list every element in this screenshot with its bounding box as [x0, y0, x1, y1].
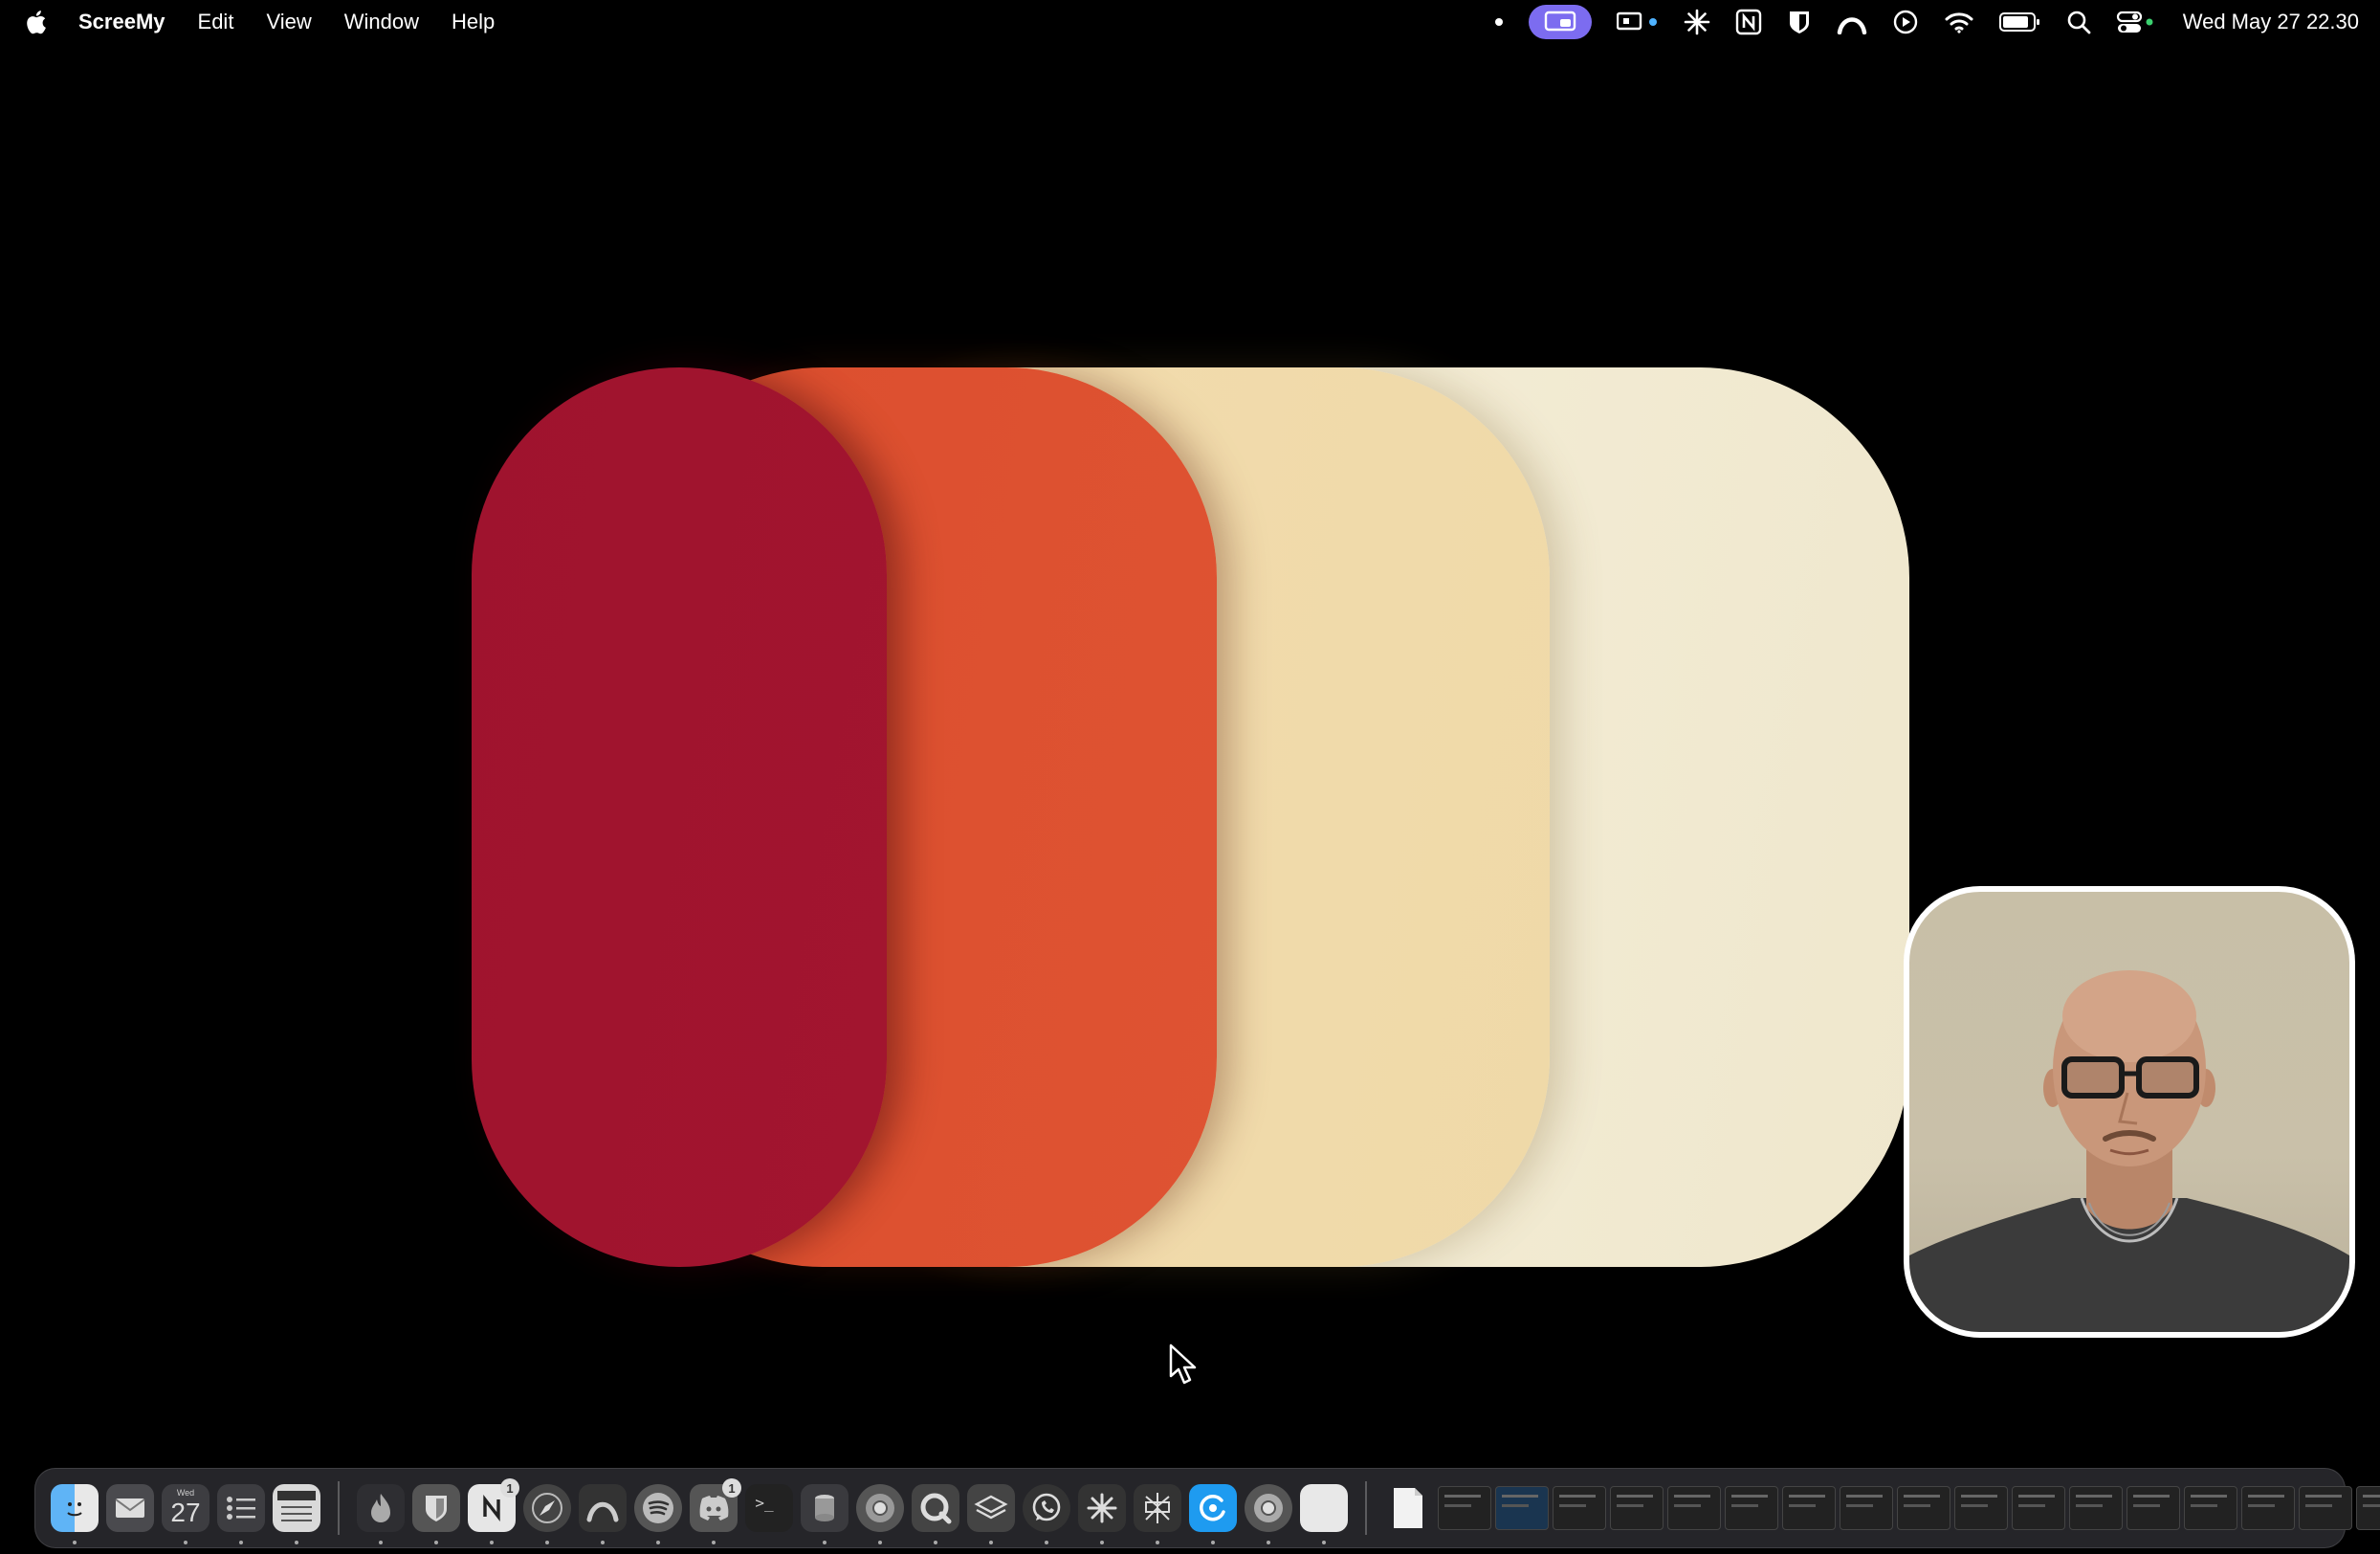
menu-edit[interactable]: Edit — [198, 10, 234, 34]
dock-perplexity-icon[interactable] — [1134, 1484, 1181, 1544]
dock-running-indicator — [601, 1541, 605, 1544]
dock: Wed 27 1 1 >_ — [34, 1468, 2380, 1548]
dock-calendar-icon[interactable]: Wed 27 — [162, 1484, 209, 1544]
battery-icon[interactable] — [1998, 0, 2041, 44]
minimized-window-thumbnail[interactable] — [1782, 1486, 1836, 1530]
minimized-window-thumbnail[interactable] — [1897, 1486, 1950, 1530]
minimized-window-thumbnail[interactable] — [2127, 1486, 2180, 1530]
dock-screen-recorder-icon[interactable] — [1189, 1484, 1237, 1544]
dock-chrome-alt-icon[interactable] — [1245, 1484, 1292, 1544]
webcam-person-image — [1909, 970, 2349, 1332]
arc-icon[interactable] — [1837, 0, 1867, 44]
menu-window[interactable]: Window — [344, 10, 419, 34]
terminal-prompt-label: >_ — [755, 1493, 774, 1512]
dock-running-indicator — [379, 1541, 383, 1544]
dock-running-indicator — [656, 1541, 660, 1544]
dock-running-indicator — [1322, 1541, 1326, 1544]
dock-discord-icon[interactable]: 1 — [690, 1478, 741, 1544]
minimized-window-thumbnail[interactable] — [1553, 1486, 1606, 1530]
dock-running-indicator — [545, 1541, 549, 1544]
play-icon[interactable] — [1892, 0, 1919, 44]
minimized-window-thumbnail[interactable] — [2012, 1486, 2065, 1530]
dock-running-indicator — [1267, 1541, 1270, 1544]
control-center-icon[interactable] — [2116, 0, 2154, 44]
minimized-window-thumbnail[interactable] — [2241, 1486, 2295, 1530]
minimized-window-thumbnail[interactable] — [1495, 1486, 1549, 1530]
mouse-cursor-icon — [1169, 1343, 1198, 1390]
dock-separator — [338, 1481, 340, 1535]
dot-icon[interactable] — [1494, 0, 1504, 44]
minimized-window-thumbnail[interactable] — [2069, 1486, 2123, 1530]
dock-running-indicator — [934, 1541, 937, 1544]
dock-running-indicator — [823, 1541, 826, 1544]
pill-shape-crimson — [472, 367, 887, 1267]
menu-view[interactable]: View — [266, 10, 311, 34]
dock-safari-icon[interactable] — [523, 1484, 571, 1544]
menu-app-name[interactable]: ScreeMy — [78, 10, 165, 34]
display-icon[interactable] — [1616, 0, 1659, 44]
dock-running-indicator — [434, 1541, 438, 1544]
minimized-window-thumbnail[interactable] — [1667, 1486, 1721, 1530]
dock-arc-icon[interactable] — [579, 1484, 627, 1544]
dock-running-indicator — [1100, 1541, 1104, 1544]
menu-bar-left: ScreeMy Edit View Window Help — [0, 0, 527, 44]
search-icon[interactable] — [2066, 0, 2091, 44]
minimized-window-thumbnail[interactable] — [2184, 1486, 2237, 1530]
dock-running-indicator — [1211, 1541, 1215, 1544]
wifi-icon[interactable] — [1944, 0, 1974, 44]
discord-badge: 1 — [722, 1478, 741, 1498]
dock-running-indicator — [239, 1541, 243, 1544]
dock-cylinder-app-icon[interactable] — [801, 1484, 848, 1544]
calendar-day-label: 27 — [170, 1498, 201, 1527]
dock-running-indicator — [989, 1541, 993, 1544]
sparkle-icon[interactable] — [1684, 0, 1710, 44]
dock-running-indicator — [490, 1541, 494, 1544]
dock-bitwarden-icon[interactable] — [412, 1484, 460, 1544]
dock-flame-app-icon[interactable] — [357, 1484, 405, 1544]
menu-bar-status: Wed May 27 22.30 — [1469, 0, 2359, 44]
menu-bar: ScreeMy Edit View Window Help Wed May 27… — [0, 0, 2380, 44]
dock-finder-icon[interactable] — [51, 1484, 99, 1544]
minimized-window-thumbnail[interactable] — [1610, 1486, 1664, 1530]
menu-bar-clock[interactable]: Wed May 27 22.30 — [2183, 10, 2359, 34]
dock-chrome-icon[interactable] — [856, 1484, 904, 1544]
minimized-window-thumbnail[interactable] — [2356, 1486, 2380, 1530]
notion-icon[interactable] — [1735, 0, 1762, 44]
menu-help[interactable]: Help — [452, 10, 495, 34]
dock-running-indicator — [184, 1541, 187, 1544]
screen-record-icon[interactable] — [1528, 0, 1592, 44]
dock-running-indicator — [878, 1541, 882, 1544]
dock-running-indicator — [1156, 1541, 1159, 1544]
minimized-window-thumbnail[interactable] — [2299, 1486, 2352, 1530]
dock-whatsapp-icon[interactable] — [1023, 1484, 1070, 1544]
dock-terminal-icon[interactable]: >_ — [745, 1484, 793, 1532]
dock-document-icon[interactable] — [1384, 1484, 1432, 1532]
dock-mail-icon[interactable] — [106, 1484, 154, 1532]
dock-reminders-icon[interactable] — [217, 1484, 265, 1544]
dock-running-indicator — [295, 1541, 298, 1544]
dock-preview-app-icon[interactable] — [1300, 1484, 1348, 1544]
notion-badge: 1 — [500, 1478, 519, 1498]
dock-running-indicator — [73, 1541, 77, 1544]
calendar-month-label: Wed — [176, 1488, 195, 1498]
screen-record-pill[interactable] — [1528, 5, 1592, 39]
minimized-window-thumbnail[interactable] — [1954, 1486, 2008, 1530]
dock-quicktime-icon[interactable] — [912, 1484, 959, 1544]
dock-separator — [1365, 1481, 1367, 1535]
minimized-window-thumbnail[interactable] — [1438, 1486, 1491, 1530]
dock-notes-icon[interactable] — [273, 1484, 320, 1544]
bitwarden-icon[interactable] — [1787, 0, 1812, 44]
minimized-window-thumbnail[interactable] — [1840, 1486, 1893, 1530]
dock-notion-icon[interactable]: 1 — [468, 1478, 519, 1544]
dock-running-indicator — [712, 1541, 716, 1544]
dock-layers-app-icon[interactable] — [967, 1484, 1015, 1544]
dock-claude-icon[interactable] — [1078, 1484, 1126, 1544]
apple-menu-icon[interactable] — [23, 8, 48, 36]
dock-spotify-icon[interactable] — [634, 1484, 682, 1544]
minimized-window-thumbnail[interactable] — [1725, 1486, 1778, 1530]
dock-running-indicator — [1045, 1541, 1048, 1544]
webcam-overlay[interactable] — [1904, 886, 2355, 1338]
